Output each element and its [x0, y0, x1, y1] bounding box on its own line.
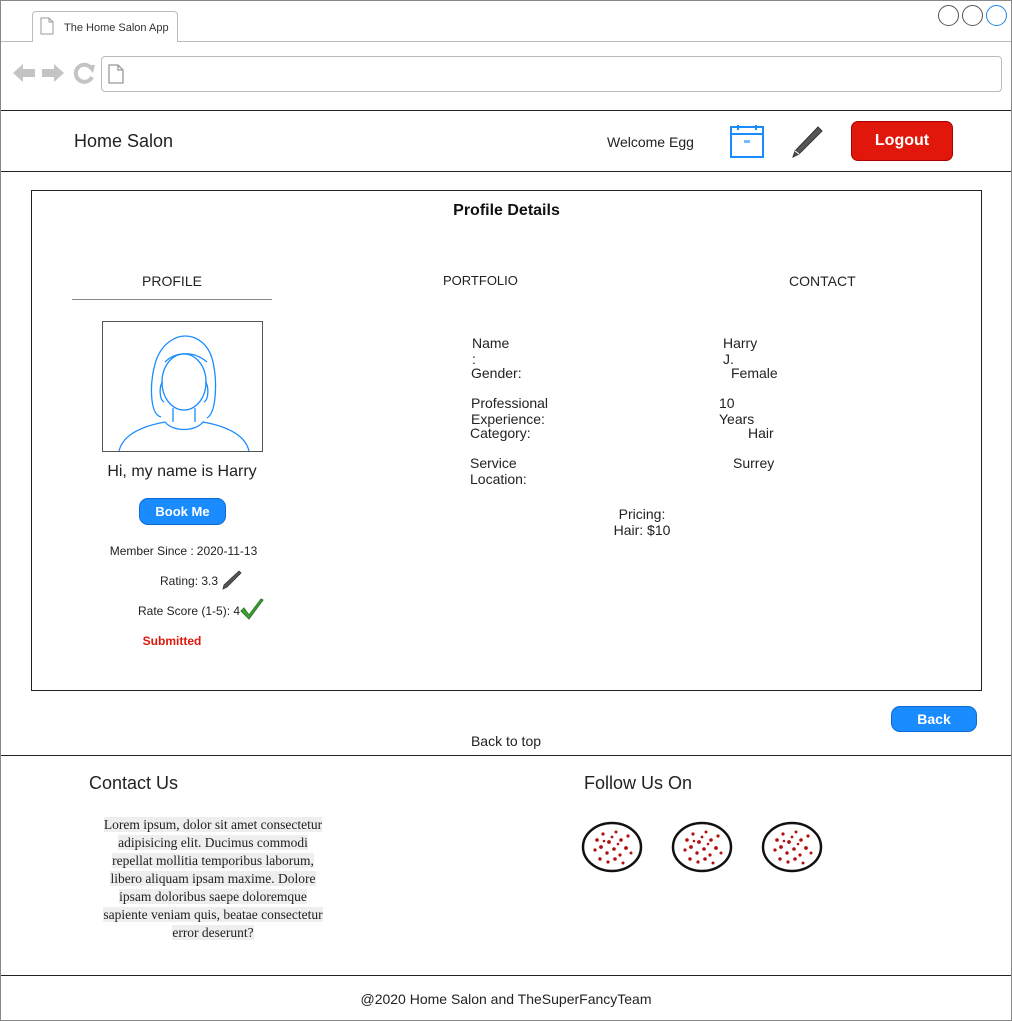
detail-label: Gender: [471, 365, 522, 381]
book-me-button[interactable]: Book Me [139, 498, 226, 525]
contact-text-line: ipsam doloribus saepe doloremque [119, 889, 307, 904]
back-arrow-icon[interactable] [12, 62, 36, 84]
contact-text-line: sapiente veniam quis, beatae consectetur [103, 907, 323, 922]
calendar-icon[interactable] [729, 124, 765, 160]
detail-label: Professional Experience: [471, 395, 549, 427]
contact-text-line: Lorem ipsum, dolor sit amet consectetur [103, 817, 323, 832]
app-header: Home Salon Welcome Egg Logout [1, 110, 1011, 172]
avatar [102, 321, 263, 452]
pricing-value: Hair: $10 [613, 522, 671, 538]
member-since: Member Since :2020-11-13 [72, 544, 292, 558]
welcome-text: Welcome Egg [607, 134, 694, 150]
contact-text: Lorem ipsum, dolor sit amet consectetur … [89, 816, 337, 942]
pricing-block: Pricing: Hair: $10 [592, 506, 692, 538]
maximize-button[interactable] [962, 5, 983, 26]
browser-tab-bar: The Home Salon App [1, 1, 1011, 42]
contact-text-line: adipisicing elit. Ducimus commodi [118, 835, 308, 850]
contact-us-heading: Contact Us [89, 773, 179, 793]
tab-profile[interactable]: PROFILE [72, 273, 272, 300]
social-icon-2[interactable] [671, 820, 733, 874]
tab-contact[interactable]: CONTACT [789, 273, 856, 289]
submitted-status: Submitted [142, 634, 202, 648]
detail-value: Hair [748, 425, 774, 441]
rate-score-text: Rate Score (1-5): 4 [138, 604, 241, 618]
page-icon [108, 64, 124, 84]
detail-value: 10 Years [719, 395, 755, 427]
address-bar[interactable] [101, 56, 1002, 92]
browser-toolbar [1, 42, 1011, 110]
contact-text-line: libero aliquam ipsam maxime. Dolore [110, 871, 316, 886]
pricing-label: Pricing: [618, 506, 666, 522]
detail-value: Female [731, 365, 778, 381]
back-to-top-text[interactable]: Back to top [471, 733, 541, 749]
back-to-top-link: Back to top [1, 733, 1011, 749]
edit-pencil-icon[interactable] [789, 124, 825, 160]
contact-text-line: repellat mollitia temporibus laborum, [112, 853, 314, 868]
profile-details-panel: Profile Details PROFILE PORTFOLIO CONTAC… [31, 190, 982, 691]
member-since-label: Member Since : [109, 544, 194, 558]
forward-arrow-icon[interactable] [41, 62, 65, 84]
browser-window: The Home Salon App Home Salon Welcome Eg… [0, 0, 1012, 1021]
tab-portfolio[interactable]: PORTFOLIO [443, 273, 518, 288]
copyright-text: @2020 Home Salon and TheSuperFancyTeam [360, 991, 652, 1007]
contact-text-line: error deserunt? [172, 925, 254, 940]
rating-text: Rating: 3.3 [160, 574, 219, 588]
window-controls [938, 5, 1007, 26]
detail-value: Harry J. [723, 335, 758, 367]
social-icon-3[interactable] [761, 820, 823, 874]
logout-button[interactable]: Logout [851, 121, 953, 161]
detail-label: Name : [472, 335, 510, 367]
close-button[interactable] [986, 5, 1007, 26]
minimize-button[interactable] [938, 5, 959, 26]
greeting-text: Hi, my name is Harry [107, 463, 257, 480]
browser-tab-title: The Home Salon App [64, 22, 169, 34]
brand-title[interactable]: Home Salon [74, 131, 173, 152]
checkmark-icon[interactable] [239, 597, 265, 623]
footer: Contact Us Follow Us On Lorem ipsum, dol… [1, 755, 1011, 976]
reload-icon[interactable] [72, 62, 96, 84]
member-since-value: 2020-11-13 [196, 544, 258, 558]
detail-label: Category: [470, 425, 531, 441]
back-button[interactable]: Back [891, 706, 977, 732]
edit-rating-icon[interactable] [221, 569, 243, 591]
detail-label: Service Location: [470, 455, 527, 487]
detail-value: Surrey [733, 455, 775, 471]
browser-tab[interactable]: The Home Salon App [32, 11, 178, 42]
follow-us-heading: Follow Us On [584, 773, 693, 793]
person-avatar-icon [118, 335, 250, 451]
social-icon-1[interactable] [581, 820, 643, 874]
page-title: Profile Details [453, 202, 560, 219]
document-icon [40, 17, 54, 35]
